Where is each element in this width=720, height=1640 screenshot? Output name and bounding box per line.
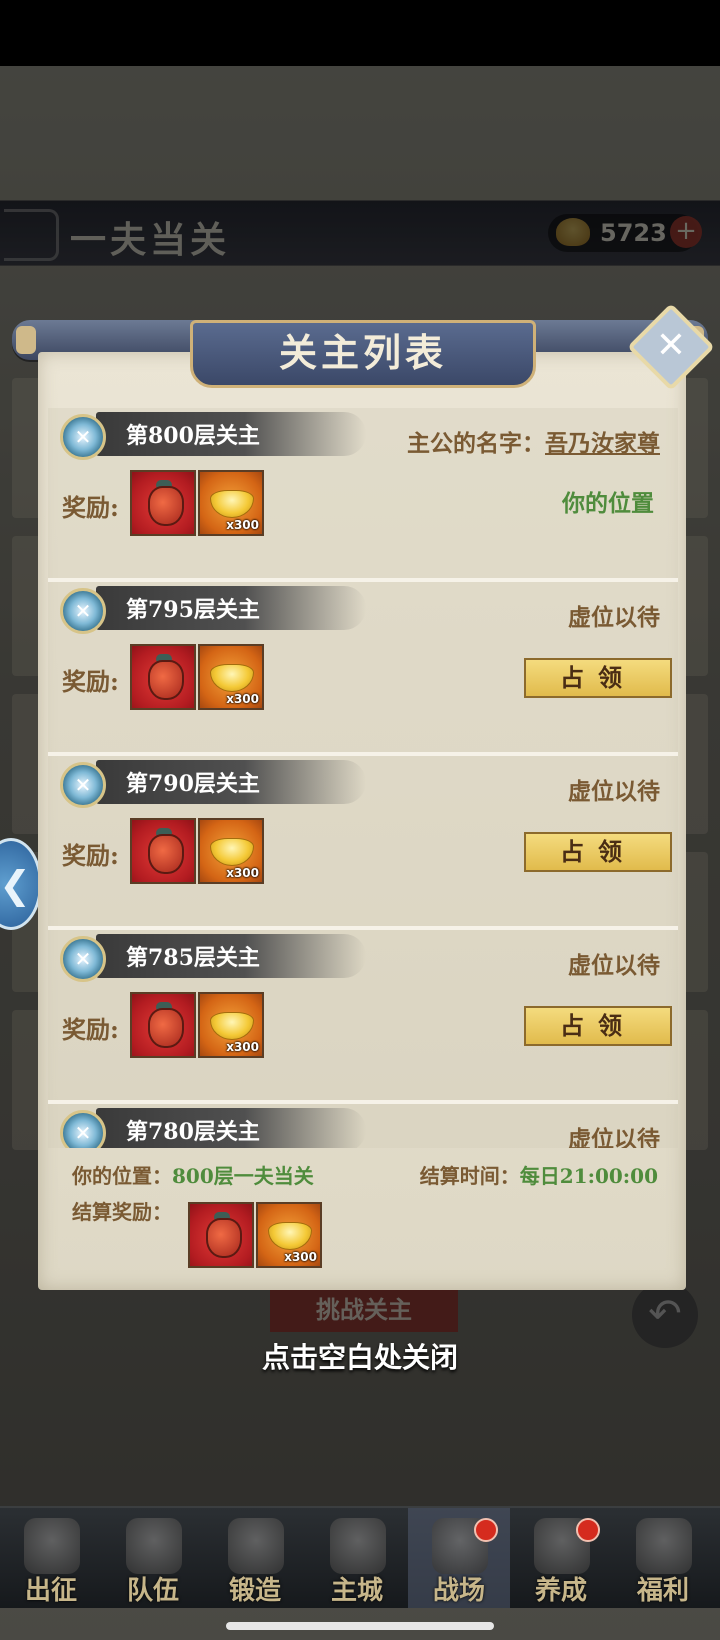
- footer-reward-items: x300: [106, 1140, 346, 1268]
- reward-gold-item[interactable]: x300: [256, 1202, 322, 1268]
- nav-item-forge[interactable]: 锻造: [204, 1508, 306, 1608]
- your-position-tag: 你的位置: [562, 490, 654, 517]
- treasure-bag-icon: [206, 1218, 242, 1258]
- boss-list[interactable]: 第800层关主 主公的名字：吾乃汝家尊 你的位置 奖励: x300 第795层关…: [48, 408, 678, 1148]
- treasure-bag-icon: [148, 486, 184, 526]
- nav-item-welfare[interactable]: 福利: [612, 1508, 714, 1608]
- item-quantity: x300: [226, 866, 259, 880]
- tap-blank-to-close-hint: 点击空白处关闭: [261, 1341, 458, 1374]
- treasure-bag-icon: [148, 834, 184, 874]
- rod-knob-left: [16, 326, 36, 354]
- footer-time-value: 每日21:00:00: [519, 1164, 658, 1188]
- crossed-swords-emblem-icon: [60, 1110, 106, 1148]
- reward-bag-item[interactable]: [130, 992, 196, 1058]
- nav-item-battlefield[interactable]: 战场: [408, 1508, 510, 1608]
- occupy-button[interactable]: 占领: [524, 832, 672, 872]
- reward-gold-item[interactable]: x300: [198, 644, 264, 710]
- reward-bag-item[interactable]: [130, 818, 196, 884]
- nav-item-cultivate[interactable]: 养成: [510, 1508, 612, 1608]
- crossed-swords-emblem-icon: [60, 936, 106, 982]
- boss-row-785: 第785层关主 虚位以待 奖励: x300 占领: [48, 930, 678, 1104]
- nav-label: 战场: [432, 1576, 485, 1606]
- helmet-icon: [126, 1518, 182, 1574]
- nav-label: 养成: [534, 1576, 587, 1606]
- item-quantity: x300: [226, 692, 259, 706]
- boss-row-800: 第800层关主 主公的名字：吾乃汝家尊 你的位置 奖励: x300: [48, 408, 678, 582]
- reward-label: 奖励:: [62, 1015, 119, 1044]
- notification-badge: [474, 1518, 498, 1542]
- lord-name-value: 吾乃汝家尊: [545, 430, 660, 457]
- reward-label: 奖励:: [62, 667, 119, 696]
- anvil-icon: [228, 1518, 284, 1574]
- nav-label: 出征: [24, 1576, 77, 1606]
- vacant-status: 虚位以待: [568, 1126, 660, 1148]
- vacant-status: 虚位以待: [568, 952, 660, 979]
- nav-item-expedition[interactable]: 出征: [0, 1508, 102, 1608]
- dialog-title: 关主列表: [278, 330, 447, 375]
- home-indicator[interactable]: [226, 1622, 494, 1630]
- nav-label: 福利: [636, 1576, 689, 1606]
- reward-bag-item[interactable]: [130, 644, 196, 710]
- reward-gold-item[interactable]: x300: [198, 818, 264, 884]
- boss-row-title: 第800层关主: [126, 423, 260, 449]
- gold-ingot-icon: [268, 1222, 312, 1250]
- gold-ingot-icon: [210, 490, 254, 518]
- boss-row-title: 第790层关主: [126, 771, 260, 797]
- reward-bag-item[interactable]: [130, 470, 196, 536]
- reward-gold-item[interactable]: x300: [198, 470, 264, 536]
- reward-label: 奖励:: [62, 841, 119, 870]
- nav-item-team[interactable]: 队伍: [102, 1508, 204, 1608]
- boss-row-title: 第795层关主: [126, 597, 260, 623]
- swords-icon: [24, 1518, 80, 1574]
- crossed-swords-emblem-icon: [60, 762, 106, 808]
- close-icon: ✕: [655, 325, 687, 366]
- footer-settle-time: 结算时间：每日21:00:00: [420, 1160, 658, 1189]
- lord-name-label: 主公的名字：: [407, 430, 545, 457]
- treasure-bag-icon: [148, 1008, 184, 1048]
- vacant-status: 虚位以待: [568, 604, 660, 631]
- treasure-bag-icon: [148, 660, 184, 700]
- nav-label: 主城: [330, 1576, 383, 1606]
- gold-ingot-icon: [210, 838, 254, 866]
- vacant-status: 虚位以待: [568, 778, 660, 805]
- occupy-button[interactable]: 占领: [524, 1006, 672, 1046]
- item-quantity: x300: [284, 1250, 317, 1264]
- occupy-button[interactable]: 占领: [524, 658, 672, 698]
- item-quantity: x300: [226, 518, 259, 532]
- bottom-nav: 出征 队伍 锻造 主城 战场 养成 福利: [0, 1506, 720, 1608]
- boss-row-title: 第785层关主: [126, 945, 260, 971]
- gift-pavilion-icon: [636, 1518, 692, 1574]
- nav-item-main-city[interactable]: 主城: [306, 1508, 408, 1608]
- nav-label: 锻造: [228, 1576, 281, 1606]
- reward-gold-item[interactable]: x300: [198, 992, 264, 1058]
- notification-badge: [576, 1518, 600, 1542]
- reward-label: 奖励:: [62, 493, 119, 522]
- boss-row-795: 第795层关主 虚位以待 奖励: x300 占领: [48, 582, 678, 756]
- boss-row-790: 第790层关主 虚位以待 奖励: x300 占领: [48, 756, 678, 930]
- lord-name-line: 主公的名字：吾乃汝家尊: [407, 424, 660, 458]
- footer-time-label: 结算时间：: [419, 1164, 520, 1188]
- reward-bag-item[interactable]: [188, 1202, 254, 1268]
- castle-icon: [330, 1518, 386, 1574]
- nav-label: 队伍: [126, 1576, 179, 1606]
- gold-ingot-icon: [210, 664, 254, 692]
- crossed-swords-emblem-icon: [60, 588, 106, 634]
- crossed-swords-emblem-icon: [60, 414, 106, 460]
- dialog-title-plate: 关主列表: [190, 320, 536, 388]
- gold-ingot-icon: [210, 1012, 254, 1040]
- item-quantity: x300: [226, 1040, 259, 1054]
